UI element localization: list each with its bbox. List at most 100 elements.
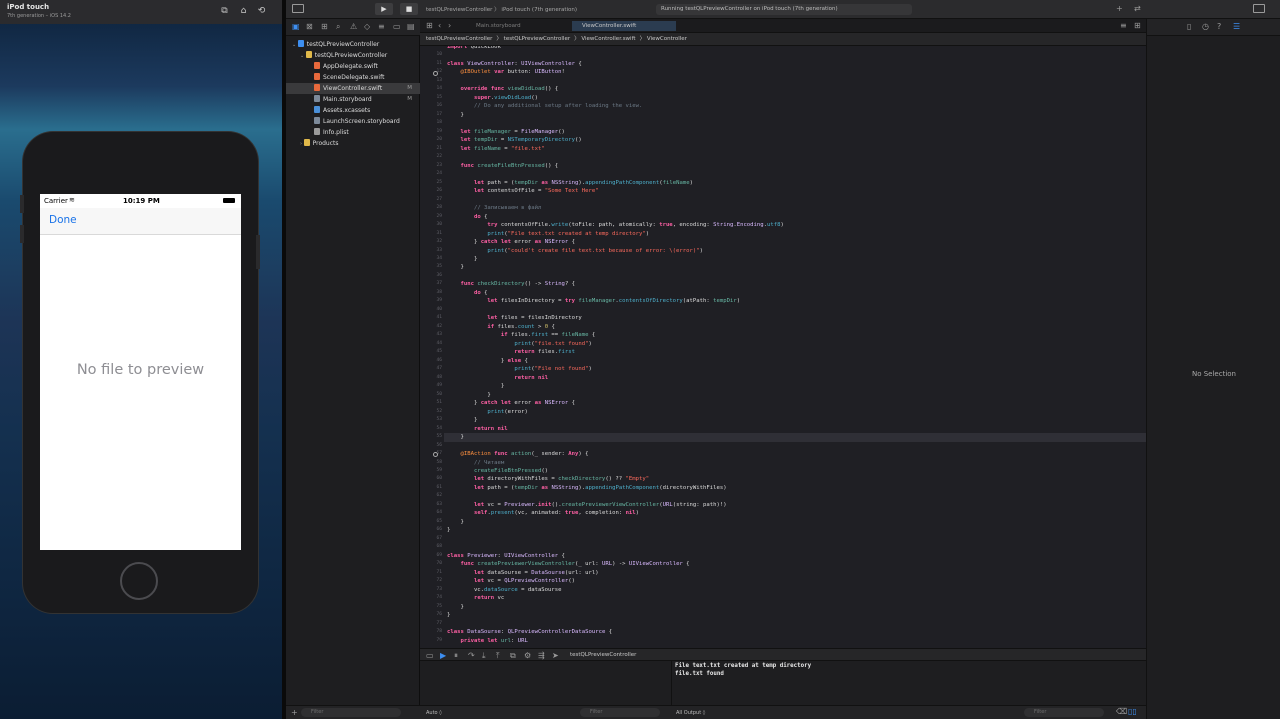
outlet-connection-icon[interactable] <box>433 71 438 76</box>
jump-bar: testQLPreviewController 〉 testQLPreviewCo… <box>420 33 1146 46</box>
step-over-icon[interactable]: ↷ <box>468 651 475 661</box>
nav-item-scenedelegate[interactable]: SceneDelegate.swift <box>286 72 420 83</box>
code-line: print("File not found") <box>514 366 592 373</box>
jumpbar-group[interactable]: testQLPreviewController <box>504 36 570 42</box>
nav-item-project[interactable]: ⌄ testQLPreviewController <box>286 39 420 50</box>
screenshot-icon[interactable]: ⧉ <box>219 6 230 17</box>
source-editor[interactable]: 10 11 12 13 14 15 16 17 18 19 20 21 22 23 24 25 26 27 28 29… <box>420 46 1146 648</box>
done-button[interactable]: Done <box>49 214 77 226</box>
modified-badge: M <box>407 85 412 91</box>
nav-item-group[interactable]: ⌄ testQLPreviewController <box>286 50 420 61</box>
add-file-icon[interactable]: + <box>291 708 298 718</box>
rotate-icon[interactable]: ⟲ <box>256 6 267 17</box>
line-number: 18 <box>436 120 442 126</box>
line-number: 23 <box>436 162 442 168</box>
report-navigator-icon[interactable]: ▤ <box>407 22 415 32</box>
find-navigator-icon[interactable]: ⌕ <box>336 22 340 32</box>
location-icon[interactable]: ➤ <box>552 651 559 661</box>
line-number: 27 <box>436 196 442 202</box>
swift-file-icon <box>314 84 320 91</box>
issue-navigator-icon[interactable]: ⚠ <box>350 22 357 32</box>
quick-help-icon[interactable]: ? <box>1217 22 1221 32</box>
file-inspector-icon[interactable]: ▯ <box>1187 22 1191 32</box>
code-line: return files.first <box>514 349 575 356</box>
breakpoints-toggle-icon[interactable]: ▶ <box>440 651 446 661</box>
line-number: 39 <box>436 298 442 304</box>
jumpbar-project[interactable]: testQLPreviewController <box>426 36 492 42</box>
home-icon[interactable]: ⌂ <box>238 6 249 17</box>
test-navigator-icon[interactable]: ◇ <box>364 22 370 32</box>
editor-tab-bar: ⊞ ‹ › Main.storyboard ViewController.swi… <box>420 19 1146 33</box>
environment-icon[interactable]: ⇶ <box>538 651 545 661</box>
tab-viewcontroller[interactable]: ViewController.swift <box>572 21 676 31</box>
console-filter-input[interactable]: Filter <box>1024 708 1104 717</box>
inspector-toggle-icon[interactable] <box>1253 4 1265 13</box>
variables-filter-input[interactable]: Filter <box>580 708 660 717</box>
nav-item-launchscreen[interactable]: LaunchScreen.storyboard <box>286 116 420 127</box>
nav-item-viewcontroller[interactable]: ViewController.swift M <box>286 83 420 94</box>
back-icon[interactable]: ‹ <box>438 21 441 31</box>
console-output[interactable]: File text.txt created at temp directory f… <box>672 661 1146 705</box>
hide-debug-icon[interactable]: ▭ <box>426 651 434 661</box>
tab-main-storyboard[interactable]: Main.storyboard <box>466 21 570 31</box>
related-items-icon[interactable]: ⊞ <box>426 21 433 31</box>
nav-item-assets[interactable]: Assets.xcassets <box>286 105 420 116</box>
attributes-inspector-icon[interactable]: ☰ <box>1233 22 1240 32</box>
navigator-toggle-icon[interactable] <box>292 4 304 13</box>
forward-icon[interactable]: › <box>448 21 451 31</box>
project-navigator-icon[interactable]: ▣ <box>292 22 300 32</box>
line-number: 15 <box>436 94 442 100</box>
navigator-filter-bar: + Filter <box>286 705 420 719</box>
line-number: 13 <box>436 77 442 83</box>
line-number: 79 <box>436 637 442 643</box>
view-hierarchy-icon[interactable]: ⧉ <box>510 651 516 661</box>
pause-icon[interactable]: ⏸ <box>454 651 458 661</box>
jumpbar-symbol[interactable]: ViewController <box>647 36 687 42</box>
nav-item-appdelegate[interactable]: AppDelegate.swift <box>286 61 420 72</box>
symbol-navigator-icon[interactable]: ⊞ <box>321 22 328 32</box>
add-icon[interactable]: + <box>1116 4 1123 14</box>
add-editor-icon[interactable]: ⊞ <box>1134 21 1141 31</box>
step-in-icon[interactable]: ⤓ <box>482 651 486 661</box>
step-out-icon[interactable]: ⤒ <box>496 651 500 661</box>
output-selector[interactable]: All Output ◊ <box>676 706 705 719</box>
review-changes-icon[interactable]: ⇄ <box>1134 4 1141 14</box>
action-connection-icon[interactable] <box>433 452 438 457</box>
navigator-tab-bar: ▣ ⊠ ⊞ ⌕ ⚠ ◇ ≡ ▭ ▤ <box>286 19 420 36</box>
line-number: 77 <box>436 620 442 626</box>
editor-options-icon[interactable]: ≡ <box>1120 21 1127 31</box>
stop-button[interactable]: ■ <box>400 3 418 15</box>
line-number: 51 <box>436 400 442 406</box>
volume-up-button[interactable] <box>20 195 24 213</box>
line-number: 46 <box>436 357 442 363</box>
nav-item-infoplist[interactable]: Info.plist <box>286 127 420 138</box>
code-line: class Previewer: UIViewController { <box>447 552 565 559</box>
debug-navigator-icon[interactable]: ≡ <box>378 22 385 32</box>
code-line: } else { <box>447 357 528 364</box>
code-line: return nil <box>514 374 549 381</box>
jumpbar-file[interactable]: ViewController.swift <box>581 36 635 42</box>
split-view-icon[interactable]: ▯▯ <box>1128 707 1137 717</box>
line-number-gutter: 10 11 12 13 14 15 16 17 18 19 20 21 22 23 24 25 26 27 28 29… <box>420 46 444 648</box>
memory-graph-icon[interactable]: ⚙ <box>524 651 531 661</box>
navigator-filter-input[interactable]: Filter <box>301 708 401 717</box>
trash-icon[interactable]: ⌫ <box>1116 707 1127 717</box>
line-number: 63 <box>436 501 442 507</box>
line-number: 73 <box>436 586 442 592</box>
nav-item-main-storyboard[interactable]: Main.storyboard M <box>286 94 420 105</box>
run-button[interactable]: ▶ <box>375 3 393 15</box>
line-number: 47 <box>436 366 442 372</box>
line-number: 36 <box>436 272 442 278</box>
source-control-icon[interactable]: ⊠ <box>306 22 313 32</box>
scheme-selector[interactable]: testQLPreviewController 〉 iPod touch (7t… <box>426 5 577 13</box>
auto-selector[interactable]: Auto ◊ <box>426 706 442 719</box>
home-button[interactable] <box>120 562 158 600</box>
volume-down-button[interactable] <box>20 225 24 243</box>
power-button[interactable] <box>256 235 260 269</box>
navigation-bar: Done <box>40 208 241 235</box>
nav-item-products[interactable]: › Products <box>286 138 420 149</box>
code-line: let vc = Previewer.init().createPreviewe… <box>473 501 727 508</box>
breakpoint-navigator-icon[interactable]: ▭ <box>393 22 401 32</box>
line-number: 10 <box>436 52 442 58</box>
history-inspector-icon[interactable]: ◷ <box>1202 22 1209 32</box>
